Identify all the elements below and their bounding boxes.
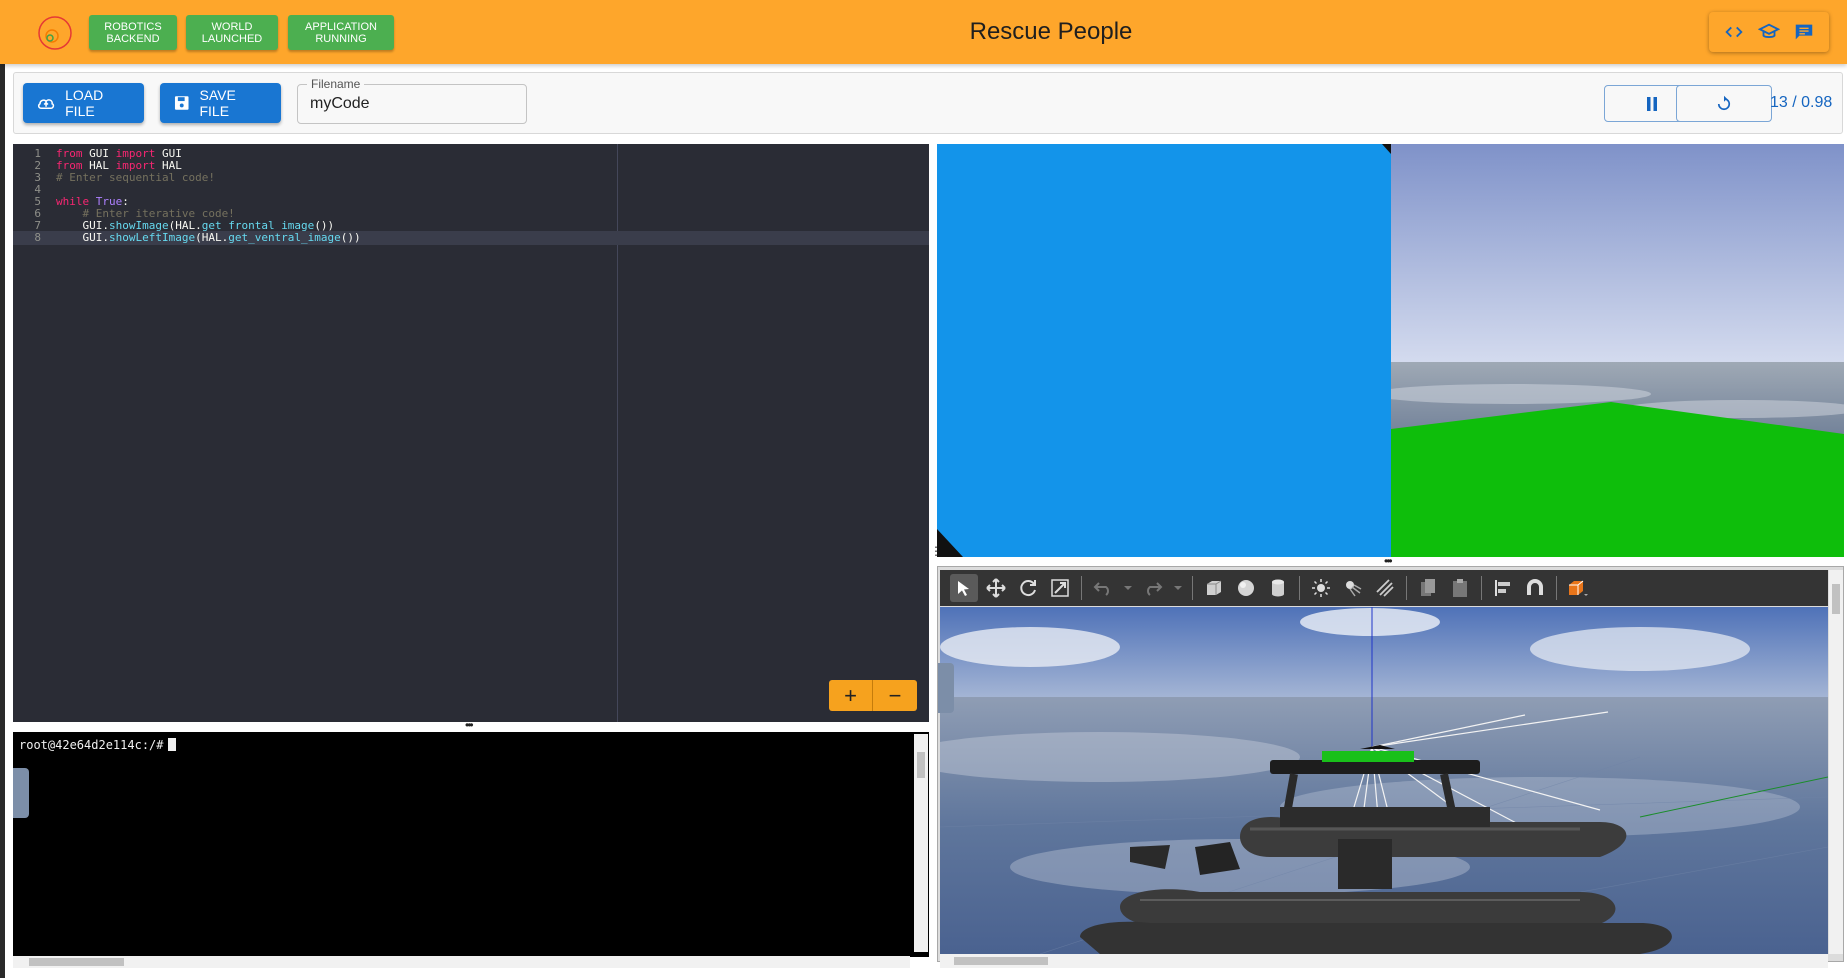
real-time-factor: 13 / 0.98 <box>1770 94 1833 111</box>
terminal-prompt: root@42e64d2e114c:/# <box>19 738 164 752</box>
code-icon[interactable] <box>1722 20 1746 44</box>
redo-menu-icon[interactable] <box>1171 574 1185 602</box>
frontal-camera-view <box>937 144 1391 557</box>
window-edge <box>0 0 5 978</box>
top-bar: ROBOTICS BACKEND WORLD LAUNCHED APPLICATIO… <box>0 0 1847 64</box>
school-icon[interactable] <box>1757 20 1781 44</box>
paste-icon[interactable] <box>1446 574 1474 602</box>
split-handle-horizontal[interactable]: ••• <box>465 719 473 731</box>
pause-icon <box>1647 96 1657 111</box>
gazebo-toolbar <box>940 570 1828 606</box>
directional-light-icon[interactable] <box>1371 574 1399 602</box>
point-light-icon[interactable] <box>1307 574 1335 602</box>
terminal-hscrollbar[interactable] <box>13 956 910 968</box>
terminal[interactable]: root@42e64d2e114c:/# <box>13 732 929 957</box>
split-handle-right[interactable]: ••• <box>1384 555 1392 567</box>
terminal-scrollbar[interactable] <box>914 734 928 952</box>
gazebo-scrollbar[interactable] <box>1829 570 1843 954</box>
gazebo-3d-scene[interactable] <box>940 607 1828 954</box>
reset-button[interactable] <box>1676 85 1772 122</box>
sphere-shape-icon[interactable] <box>1232 574 1260 602</box>
terminal-side-tab[interactable] <box>13 768 29 818</box>
split-handle-vertical[interactable]: ⋮ <box>930 545 942 557</box>
editor-zoom-controls: + − <box>829 680 917 711</box>
spot-light-icon[interactable] <box>1339 574 1367 602</box>
forum-icon[interactable] <box>1792 20 1816 44</box>
code-editor[interactable]: 1 from GUI import GUI 2 from HAL import HAL… <box>13 144 929 722</box>
cylinder-shape-icon[interactable] <box>1264 574 1292 602</box>
undo-menu-icon[interactable] <box>1121 574 1135 602</box>
redo-icon[interactable] <box>1139 574 1167 602</box>
box-shape-icon[interactable] <box>1200 574 1228 602</box>
copy-icon[interactable] <box>1414 574 1442 602</box>
rotate-icon[interactable] <box>1014 574 1042 602</box>
zoom-out-button[interactable]: − <box>873 680 917 711</box>
load-file-label: LOAD FILE <box>65 87 104 119</box>
zoom-in-button[interactable]: + <box>829 680 873 711</box>
terminal-line: root@42e64d2e114c:/# <box>19 738 176 752</box>
save-icon <box>174 96 189 110</box>
cloud-upload-icon <box>37 99 55 110</box>
select-arrow-icon[interactable] <box>950 574 978 602</box>
reset-icon <box>1717 95 1731 110</box>
snap-magnet-icon[interactable] <box>1521 574 1549 602</box>
undo-icon[interactable] <box>1089 574 1117 602</box>
gazebo-side-tab[interactable] <box>938 663 954 713</box>
header-tools <box>1709 12 1829 52</box>
page-title: Rescue People <box>969 18 1133 45</box>
view-angle-icon[interactable] <box>1564 574 1592 602</box>
terminal-cursor <box>167 738 176 751</box>
load-file-button[interactable]: LOAD FILE <box>23 83 144 123</box>
code-line[interactable]: 8 GUI.showLeftImage(HAL.get_ventral_imag… <box>13 231 929 245</box>
save-file-label: SAVE FILE <box>199 87 236 119</box>
line-number: 8 <box>34 231 41 244</box>
filename-input[interactable] <box>310 95 510 113</box>
align-icon[interactable] <box>1489 574 1517 602</box>
scale-icon[interactable] <box>1046 574 1074 602</box>
save-file-button[interactable]: SAVE FILE <box>160 83 281 123</box>
code-text: GUI.showLeftImage(HAL.get_ventral_image(… <box>56 231 361 244</box>
filename-label: Filename <box>307 77 365 91</box>
translate-icon[interactable] <box>982 574 1010 602</box>
ventral-camera-view <box>1391 144 1844 557</box>
editor-toolbar <box>13 72 1843 134</box>
gazebo-hscrollbar[interactable] <box>940 954 1828 968</box>
